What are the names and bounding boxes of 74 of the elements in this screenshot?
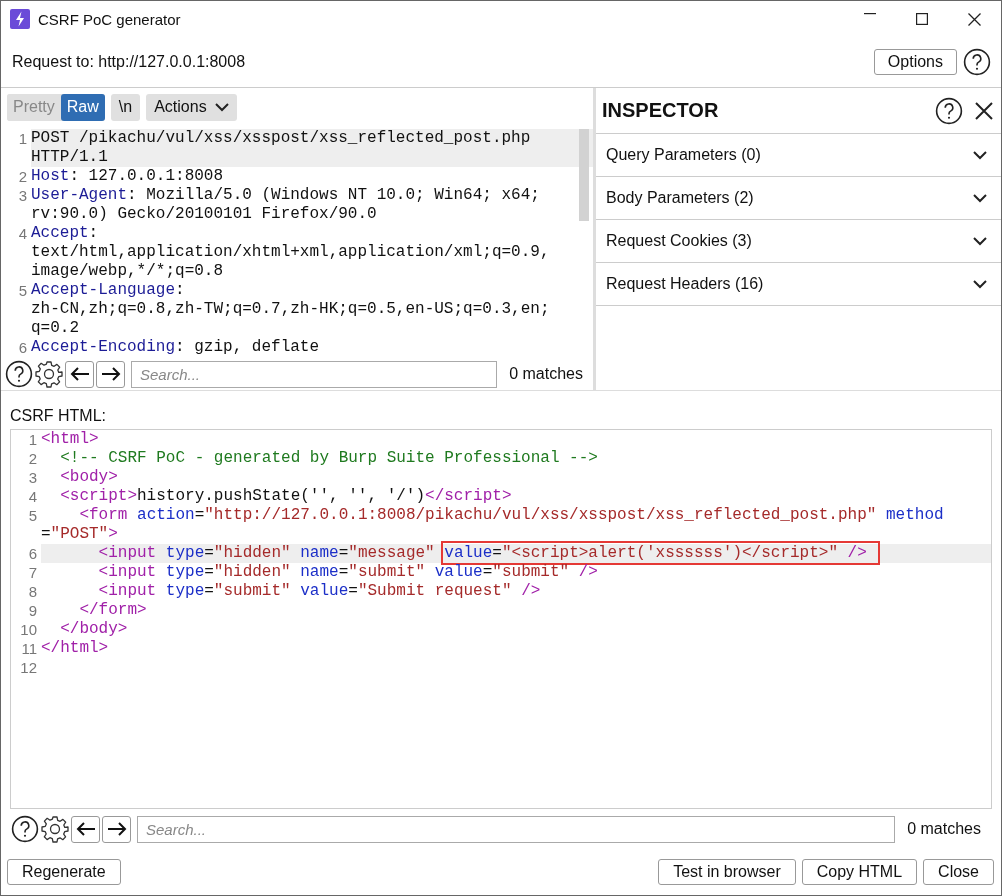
actions-menu-button[interactable]: Actions (146, 94, 237, 121)
line-number: 5 (17, 280, 28, 301)
line-number: 4 (27, 487, 38, 506)
previous-button[interactable] (65, 360, 94, 388)
section-label: CSRF HTML: (9, 406, 107, 426)
request-url-label: Request to: http://127.0.0.1:8008 (12, 53, 247, 71)
dialog-button[interactable]: Test in browser (658, 859, 796, 885)
line-number: 6 (27, 544, 38, 563)
lightning-icon (10, 9, 30, 29)
line-number: 7 (27, 563, 38, 582)
arrow-right-icon (106, 821, 127, 837)
dialog-button[interactable]: Copy HTML (801, 859, 918, 885)
line-number: 2 (27, 449, 38, 468)
arrow-right-icon (100, 366, 121, 383)
code-line: </form> (78, 601, 148, 620)
line-number: 8 (27, 582, 38, 601)
settings-icon[interactable] (35, 360, 63, 389)
code-line: zh-CN,zh;q=0.8,zh-TW;q=0.7,zh-HK;q=0.5,en-US;q=0.3,en; (31, 299, 551, 319)
maximize-icon[interactable] (916, 12, 928, 25)
code-line: image/webp,*/*;q=0.8 (31, 261, 225, 281)
help-icon[interactable] (11, 815, 39, 843)
code-line: q=0.2 (31, 318, 80, 338)
window-title: CSRF PoC generator (38, 10, 182, 28)
close-icon[interactable] (968, 12, 981, 26)
code-line: <input type="submit" value="Submit request" /> (97, 582, 542, 601)
search-field[interactable]: Search... (131, 360, 498, 388)
line-number: 4 (17, 223, 28, 244)
line-number: 10 (19, 620, 38, 639)
code-line: User-Agent: Mozilla/5.0 (Windows NT 10.0; Win64; x64; (31, 185, 541, 205)
code-line: </body> (59, 620, 129, 639)
code-line: text/html,application/xhtml+xml,application/xml;q=0.9, (31, 242, 551, 262)
help-icon[interactable] (935, 96, 963, 125)
code-line: Accept-Language: (31, 280, 186, 300)
scrollbar[interactable] (579, 128, 589, 221)
help-icon[interactable] (963, 48, 991, 76)
code-line: <!-- CSRF PoC - generated by Burp Suite Professional --> (59, 449, 599, 468)
chevron-icon (214, 102, 229, 112)
line-number: 9 (27, 601, 38, 620)
minimize-icon[interactable] (864, 12, 876, 15)
close-icon[interactable] (975, 101, 993, 120)
settings-icon[interactable] (41, 815, 69, 843)
next-button[interactable] (102, 815, 131, 843)
line-number: 3 (27, 468, 38, 487)
line-number: 2 (17, 166, 28, 186)
options-button[interactable]: Options (873, 49, 957, 75)
line-number: 1 (27, 430, 38, 449)
code-line: <input type="hidden" name="submit" value="submit" /> (97, 563, 599, 582)
line-number: 1 (17, 128, 28, 149)
line-number: 12 (19, 658, 38, 677)
code-line: <body> (59, 468, 119, 487)
code-line: <html> (41, 430, 100, 449)
line-number: 3 (17, 185, 28, 206)
newline-toggle-button[interactable]: \n (110, 94, 141, 121)
arrow-left-icon (69, 366, 90, 383)
line-number: 6 (17, 337, 28, 357)
code-line: Accept: (31, 223, 100, 243)
arrow-left-icon (75, 821, 96, 837)
code-line: rv:90.0) Gecko/20100101 Firefox/90.0 (31, 204, 378, 224)
inspector-title: INSPECTOR (602, 99, 720, 122)
help-icon[interactable] (5, 360, 33, 389)
dialog-button[interactable]: Regenerate (7, 859, 121, 885)
line-number: 11 (20, 639, 38, 658)
view-tab[interactable]: Raw (60, 94, 105, 121)
code-line: Host: 127.0.0.1:8008 (31, 166, 225, 186)
line-number: 5 (27, 506, 38, 526)
code-line: Accept-Encoding: gzip, deflate (31, 337, 321, 357)
code-line: ="POST"> (41, 525, 119, 544)
previous-button[interactable] (71, 815, 100, 843)
dialog-button[interactable]: Close (923, 859, 994, 885)
code-line: </html> (41, 639, 110, 658)
code-line: <script>history.pushState('', '', '/')</script> (59, 487, 513, 506)
search-field[interactable]: Search... (137, 815, 896, 843)
code-line: <form action="http://127.0.0.1:8008/pikachu/vul/xss/xsspost/xss_reflected_post.php" method (78, 506, 945, 525)
next-button[interactable] (96, 360, 125, 388)
